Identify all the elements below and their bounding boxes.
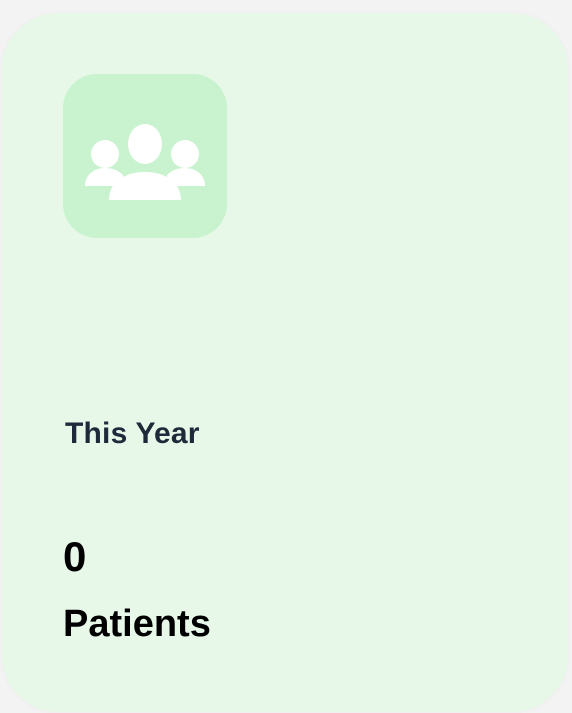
- users-icon: [85, 124, 205, 200]
- unit-label: Patients: [63, 603, 211, 645]
- patients-stat-card: This Year 0 Patients: [2, 13, 568, 712]
- period-label: This Year: [65, 417, 200, 450]
- patients-count: 0: [63, 533, 87, 580]
- icon-tile: [63, 74, 227, 238]
